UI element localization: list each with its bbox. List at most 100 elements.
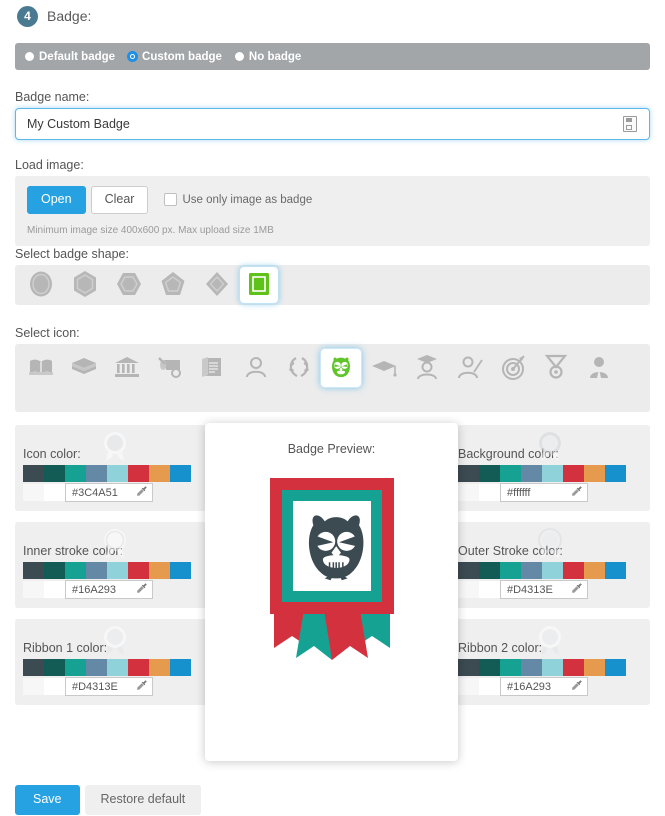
outer-stroke-color-hex-field[interactable]: #D4313E <box>500 580 588 599</box>
icon-option-businessman[interactable] <box>577 348 620 388</box>
save-icon[interactable] <box>623 116 637 132</box>
swatch-0[interactable] <box>23 659 44 676</box>
icon-option-teacher-pointer[interactable] <box>448 348 491 388</box>
shape-option-hexagon-vertical[interactable] <box>63 265 107 305</box>
icon-option-target-dart[interactable] <box>491 348 534 388</box>
icon-option-person[interactable] <box>234 348 277 388</box>
swatch-2[interactable] <box>500 465 521 482</box>
icon-option-owl[interactable] <box>320 348 362 388</box>
shape-option-square[interactable] <box>239 266 279 304</box>
swatch-1[interactable] <box>44 465 65 482</box>
swatch-5[interactable] <box>563 562 584 579</box>
swatch-7[interactable] <box>605 562 626 579</box>
load-image-panel: Open Clear Use only image as badge Minim… <box>15 176 650 246</box>
eyedropper-icon[interactable] <box>136 485 148 500</box>
save-button[interactable]: Save <box>15 785 80 815</box>
swatch-7[interactable] <box>605 465 626 482</box>
ribbon1-color-hex-field[interactable]: #D4313E <box>65 677 153 696</box>
swatch-5[interactable] <box>128 465 149 482</box>
swatch-7[interactable] <box>170 465 191 482</box>
radio-option-custom-badge[interactable]: Custom badge <box>128 51 222 63</box>
swatch-4[interactable] <box>542 562 563 579</box>
swatch-5[interactable] <box>563 659 584 676</box>
eyedropper-icon[interactable] <box>571 485 583 500</box>
eyedropper-icon[interactable] <box>571 679 583 694</box>
swatch-0[interactable] <box>458 465 479 482</box>
use-only-image-checkbox-wrap[interactable]: Use only image as badge <box>164 193 313 207</box>
swatch-4[interactable] <box>542 659 563 676</box>
shape-option-pentagon[interactable] <box>151 265 195 305</box>
swatch-4[interactable] <box>542 465 563 482</box>
icon-option-open-book[interactable] <box>19 348 62 388</box>
icon-option-diploma-scroll[interactable] <box>148 348 191 388</box>
swatch-5[interactable] <box>128 659 149 676</box>
icon-color-hex-field[interactable]: #3C4A51 <box>65 483 153 502</box>
swatch-2[interactable] <box>65 562 86 579</box>
swatch-1[interactable] <box>44 562 65 579</box>
swatch-2[interactable] <box>500 659 521 676</box>
swatch-6[interactable] <box>584 465 605 482</box>
radio-option-no-badge[interactable]: No badge <box>234 51 301 63</box>
ribbon2-color-hex-field[interactable]: #16A293 <box>500 677 588 696</box>
inner-stroke-color-hex-field[interactable]: #16A293 <box>65 580 153 599</box>
icon-option-bank-columns[interactable] <box>105 348 148 388</box>
swatch-7[interactable] <box>605 659 626 676</box>
icon-option-book-stack[interactable] <box>62 348 105 388</box>
restore-default-button[interactable]: Restore default <box>84 785 202 815</box>
swatch-3[interactable] <box>521 659 542 676</box>
icon-color-hex-row: #3C4A51 <box>23 483 207 502</box>
swatch-0[interactable] <box>458 562 479 579</box>
badge-name-input[interactable] <box>16 110 623 138</box>
use-only-image-label: Use only image as badge <box>182 193 313 206</box>
eyedropper-icon[interactable] <box>136 679 148 694</box>
background-color-hex-field[interactable]: #ffffff <box>500 483 588 502</box>
open-button[interactable]: Open <box>27 186 86 214</box>
shape-option-hexagon-horizontal[interactable] <box>107 265 151 305</box>
swatch-5[interactable] <box>128 562 149 579</box>
swatch-7[interactable] <box>170 562 191 579</box>
icon-option-document-pen[interactable] <box>191 348 234 388</box>
radio-dot-no-badge[interactable] <box>234 52 244 61</box>
swatch-2[interactable] <box>65 659 86 676</box>
swatch-1[interactable] <box>479 465 500 482</box>
radio-dot-default-badge[interactable] <box>25 52 34 61</box>
shape-option-diamond[interactable] <box>195 265 239 305</box>
radio-dot-custom-badge[interactable] <box>128 52 138 61</box>
icon-option-laurel-wreath[interactable] <box>277 348 320 388</box>
swatch-7[interactable] <box>170 659 191 676</box>
swatch-4[interactable] <box>107 562 128 579</box>
swatch-3[interactable] <box>86 562 107 579</box>
icon-option-graduate-person[interactable] <box>405 348 448 388</box>
swatch-3[interactable] <box>86 659 107 676</box>
clear-button[interactable]: Clear <box>90 186 149 214</box>
swatch-5[interactable] <box>563 465 584 482</box>
swatch-6[interactable] <box>584 659 605 676</box>
swatch-6[interactable] <box>149 465 170 482</box>
shape-option-circle[interactable] <box>19 265 63 305</box>
swatch-1[interactable] <box>479 562 500 579</box>
badge-name-input-wrap[interactable] <box>15 108 650 140</box>
icon-option-graduation-cap[interactable] <box>362 348 405 388</box>
eyedropper-icon[interactable] <box>136 582 148 597</box>
radio-option-default-badge[interactable]: Default badge <box>25 51 115 63</box>
upload-hint-text: Minimum image size 400x600 px. Max uploa… <box>27 224 274 236</box>
eyedropper-icon[interactable] <box>571 582 583 597</box>
swatch-3[interactable] <box>521 465 542 482</box>
swatch-2[interactable] <box>500 562 521 579</box>
swatch-2[interactable] <box>65 465 86 482</box>
swatch-3[interactable] <box>521 562 542 579</box>
swatch-6[interactable] <box>149 562 170 579</box>
swatch-6[interactable] <box>149 659 170 676</box>
swatch-4[interactable] <box>107 465 128 482</box>
swatch-1[interactable] <box>479 659 500 676</box>
hexagon-horizontal-shape-icon <box>116 270 142 301</box>
swatch-4[interactable] <box>107 659 128 676</box>
swatch-0[interactable] <box>23 562 44 579</box>
use-only-image-checkbox[interactable] <box>164 193 178 207</box>
swatch-6[interactable] <box>584 562 605 579</box>
swatch-1[interactable] <box>44 659 65 676</box>
swatch-0[interactable] <box>458 659 479 676</box>
swatch-3[interactable] <box>86 465 107 482</box>
icon-option-medal[interactable] <box>534 348 577 388</box>
swatch-0[interactable] <box>23 465 44 482</box>
